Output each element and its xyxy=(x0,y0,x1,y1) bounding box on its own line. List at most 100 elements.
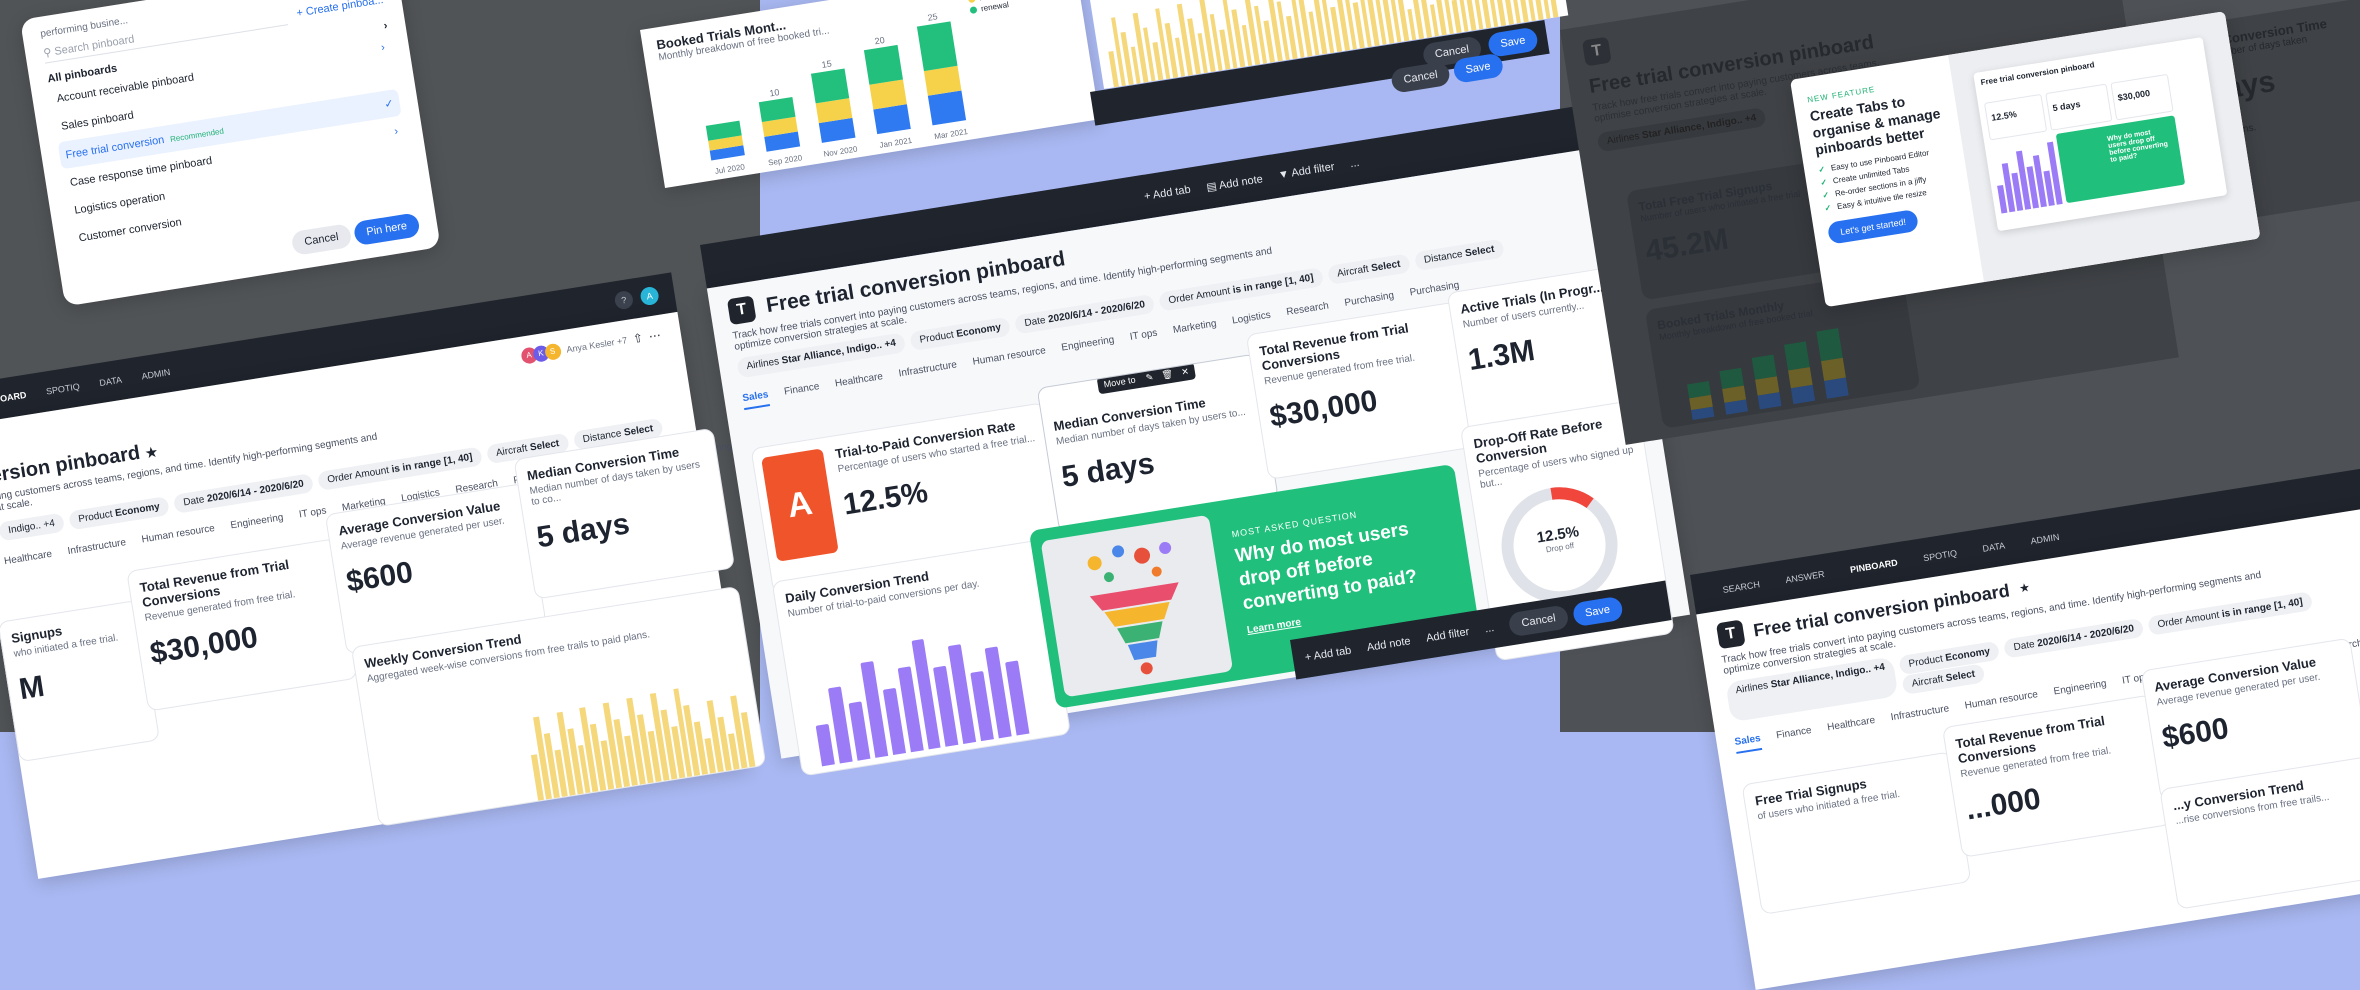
nav-item[interactable]: DATA xyxy=(1982,540,2006,553)
booked-trials-chart-panel: Booked Trials Mont... Monthly breakdown … xyxy=(640,0,1100,189)
move-to-button[interactable]: Move to xyxy=(1103,375,1136,390)
toolbar-more-button[interactable]: ... xyxy=(1349,157,1360,170)
edit-icon[interactable]: ✎ xyxy=(1145,372,1154,383)
dim-stacked-bar xyxy=(1816,328,1849,399)
bottom-add-tab-button[interactable]: + Add tab xyxy=(1304,645,1352,664)
help-icon[interactable]: ? xyxy=(613,289,635,311)
tile-action-bar: Move to ✎ 🗑 ✕ xyxy=(1096,362,1197,395)
chevron-right-icon: › xyxy=(380,41,386,54)
bottom-cancel-button[interactable]: Cancel xyxy=(1507,604,1570,638)
nav-item[interactable]: ANSWER xyxy=(1785,569,1826,585)
tab-item[interactable]: Human resource xyxy=(141,523,216,545)
tab-item[interactable]: Infrastructure xyxy=(898,359,958,379)
median-time-card[interactable]: Median Conversion Time Median number of … xyxy=(513,427,736,600)
close-icon[interactable]: ✕ xyxy=(1181,366,1190,377)
dim-stacked-bar xyxy=(1784,341,1816,405)
tab-item[interactable]: Human resource xyxy=(1964,689,2039,711)
tab-item[interactable]: Sales xyxy=(741,389,771,411)
tab-item[interactable]: Engineering xyxy=(2053,678,2107,697)
check-icon: ✓ xyxy=(1821,190,1830,201)
tab-item[interactable]: Marketing xyxy=(1172,318,1217,336)
tab-item[interactable]: Engineering xyxy=(230,512,284,531)
star-icon[interactable]: ★ xyxy=(144,444,158,461)
stacked-bar-segment xyxy=(927,90,967,126)
bottom-save-button[interactable]: Save xyxy=(1571,595,1624,628)
add-filter-button[interactable]: ▼ Add filter xyxy=(1277,161,1335,182)
brand-logo-tile: A xyxy=(761,448,839,562)
bottom-more-button[interactable]: ... xyxy=(1484,622,1495,635)
filter-chip[interactable]: Product Economy xyxy=(68,495,171,531)
tab-item[interactable]: Research xyxy=(1286,300,1330,318)
add-note-button[interactable]: ▤ Add note xyxy=(1205,172,1263,194)
funnel-illustration xyxy=(1040,514,1234,698)
tab-item[interactable]: Logistics xyxy=(1231,310,1271,327)
pinboard-item-label: Sales pinboard xyxy=(60,109,135,133)
tab-item[interactable]: Healthcare xyxy=(3,549,52,567)
revenue-card[interactable]: Total Revenue from Trial Conversions Rev… xyxy=(1245,301,1479,480)
user-avatar[interactable]: A xyxy=(639,285,660,307)
tab-item[interactable]: Infrastructure xyxy=(67,537,127,557)
get-started-button[interactable]: Let's get started! xyxy=(1826,209,1920,246)
nav-item[interactable]: PINBOARD xyxy=(0,390,27,407)
delete-icon[interactable]: 🗑 xyxy=(1161,369,1174,381)
tab-item[interactable]: IT ops xyxy=(298,505,327,520)
dim-bar-segment xyxy=(1790,384,1816,405)
tab-item[interactable]: Sales xyxy=(1733,733,1763,754)
tab-item[interactable]: Purchasing xyxy=(1344,290,1395,309)
filter-chip[interactable]: Aircraft Select xyxy=(1326,253,1411,285)
left-pinboard: PINBOARD SPOTIQ DATA ADMIN ? A AKS Anya Kes… xyxy=(0,272,767,879)
x-tick-label: Nov 2020 xyxy=(823,144,859,158)
legend-swatch xyxy=(967,0,976,4)
airlines-filter-chip[interactable]: Indigo.. +4 xyxy=(0,512,66,542)
funnel-icon xyxy=(1087,541,1179,675)
tab-item[interactable]: IT ops xyxy=(1129,328,1158,343)
dim-bars xyxy=(1682,326,1849,421)
share-icon[interactable]: ⇧ xyxy=(632,331,644,346)
nav-item[interactable]: SPOTIQ xyxy=(45,381,80,396)
dim-bar-segment xyxy=(1757,392,1782,410)
nav-item[interactable]: SPOTIQ xyxy=(1923,548,1958,563)
modal-bullet-list: ✓ Easy to use Pinboard Editor ✓ Create unli… xyxy=(1818,145,1956,214)
revenue-card[interactable]: Total Revenue from Trial Conversions Rev… xyxy=(126,538,358,712)
modal-preview: Free trial conversion pinboard 12.5% 5 d… xyxy=(1948,11,2261,283)
tab-item[interactable]: Healthcare xyxy=(834,371,883,389)
more-icon[interactable]: ⋯ xyxy=(648,328,662,344)
pin-here-button[interactable]: Pin here xyxy=(352,212,421,247)
x-tick-label: Sep 2020 xyxy=(768,153,804,167)
dim-stacked-bar xyxy=(1751,354,1782,410)
tab-item[interactable]: Finance xyxy=(1776,725,1813,741)
tab-item[interactable]: Healthcare xyxy=(1826,715,1875,733)
bar-data-label: 20 xyxy=(874,35,885,46)
dim-bar-segment xyxy=(1691,406,1715,421)
right-signups-card[interactable]: Free Trial Signups of users who initiate… xyxy=(1741,751,1972,915)
create-pinboard-link[interactable]: + Create pinboa... xyxy=(296,0,385,20)
check-icon: ✓ xyxy=(1819,177,1828,188)
bottom-add-note-button[interactable]: Add note xyxy=(1366,635,1411,654)
tab-item[interactable]: Engineering xyxy=(1061,334,1115,353)
stacked-bar-segment xyxy=(916,21,958,72)
nav-item[interactable]: PINBOARD xyxy=(1849,557,1898,574)
tab-item[interactable]: Infrastructure xyxy=(1890,703,1950,723)
daily-trend-card[interactable]: Daily Conversion Trend Number of trial-t… xyxy=(771,539,1072,777)
stacked-bar-segment xyxy=(873,104,911,135)
nav-item[interactable]: SEARCH xyxy=(1722,579,1761,595)
bar-data-label: 10 xyxy=(769,87,780,98)
right-revenue-card[interactable]: Total Revenue from Trial Conversions Rev… xyxy=(1941,694,2172,858)
filter-icon: ▼ xyxy=(1277,168,1291,182)
filter-chip[interactable]: Distance Select xyxy=(1413,238,1505,272)
nav-item[interactable]: DATA xyxy=(99,375,123,388)
tab-item[interactable]: Human resource xyxy=(972,345,1047,367)
cancel-button[interactable]: Cancel xyxy=(290,223,353,256)
add-tab-button[interactable]: + Add tab xyxy=(1143,184,1191,203)
stacked-bar-segment xyxy=(810,68,850,104)
nav-item[interactable]: ADMIN xyxy=(2030,532,2060,546)
bottom-add-filter-button[interactable]: Add filter xyxy=(1425,626,1470,645)
search-icon: ⚲ xyxy=(42,46,53,60)
tab-item[interactable]: Finance xyxy=(783,381,820,397)
x-tick-label: Mar 2021 xyxy=(934,127,969,141)
preview-question: Why do most users drop off before conver… xyxy=(2055,115,2186,204)
nav-item[interactable]: ADMIN xyxy=(141,367,171,381)
daily-bar-chart xyxy=(805,625,1030,767)
chevron-right-icon: › xyxy=(393,125,399,138)
star-icon[interactable]: ★ xyxy=(2018,580,2031,596)
